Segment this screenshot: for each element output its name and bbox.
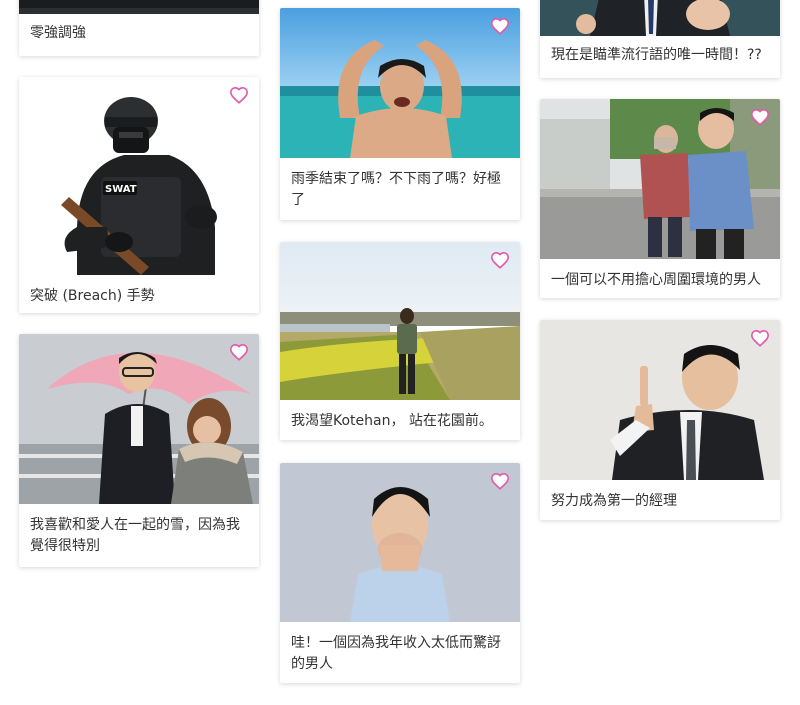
photo-caption[interactable]: 現在是瞄準流行語的唯一時間！?? xyxy=(540,36,780,66)
photo-card[interactable]: 我喜歡和愛人在一起的雪，因為我覺得很特別 xyxy=(19,334,259,567)
photo-thumbnail[interactable] xyxy=(280,8,520,158)
photo-card[interactable]: 零強調強 xyxy=(19,0,259,56)
photo-thumbnail[interactable] xyxy=(540,320,780,480)
favorite-heart-icon[interactable] xyxy=(229,343,249,361)
photo-thumbnail[interactable] xyxy=(540,0,780,36)
favorite-heart-icon[interactable] xyxy=(490,472,510,490)
photo-caption[interactable]: 一個可以不用擔心周圍環境的男人 xyxy=(540,259,780,291)
photo-thumbnail[interactable] xyxy=(19,334,259,504)
favorite-heart-icon[interactable] xyxy=(490,17,510,35)
photo-card[interactable]: 努力成為第一的經理 xyxy=(540,320,780,520)
photo-thumbnail[interactable] xyxy=(540,99,780,259)
photo-card[interactable]: 我渴望Kotehan， 站在花園前。 xyxy=(280,242,520,440)
photo-caption[interactable]: 零強調強 xyxy=(19,14,259,44)
photo-caption[interactable]: 我渴望Kotehan， 站在花園前。 xyxy=(280,400,520,432)
photo-caption[interactable]: 雨季結束了嗎？不下雨了嗎？好極了 xyxy=(280,158,520,211)
photo-card[interactable]: SWAT 突破 (Breach) 手勢 xyxy=(19,77,259,313)
favorite-heart-icon[interactable] xyxy=(490,251,510,269)
favorite-heart-icon[interactable] xyxy=(750,329,770,347)
photo-thumbnail[interactable]: SWAT xyxy=(19,77,259,275)
photo-caption[interactable]: 突破 (Breach) 手勢 xyxy=(19,275,259,307)
favorite-heart-icon[interactable] xyxy=(750,108,770,126)
svg-text:SWAT: SWAT xyxy=(105,184,137,195)
photo-thumbnail[interactable] xyxy=(19,0,259,14)
photo-caption[interactable]: 哇！一個因為我年收入太低而驚訝的男人 xyxy=(280,622,520,675)
photo-card[interactable]: 一個可以不用擔心周圍環境的男人 xyxy=(540,99,780,298)
photo-caption[interactable]: 我喜歡和愛人在一起的雪，因為我覺得很特別 xyxy=(19,504,259,557)
photo-card[interactable]: 哇！一個因為我年收入太低而驚訝的男人 xyxy=(280,463,520,683)
favorite-heart-icon[interactable] xyxy=(229,86,249,104)
photo-caption[interactable]: 努力成為第一的經理 xyxy=(540,480,780,512)
photo-thumbnail[interactable] xyxy=(280,242,520,400)
photo-thumbnail[interactable] xyxy=(280,463,520,622)
photo-card[interactable]: 現在是瞄準流行語的唯一時間！?? xyxy=(540,0,780,78)
photo-card[interactable]: 雨季結束了嗎？不下雨了嗎？好極了 xyxy=(280,8,520,220)
